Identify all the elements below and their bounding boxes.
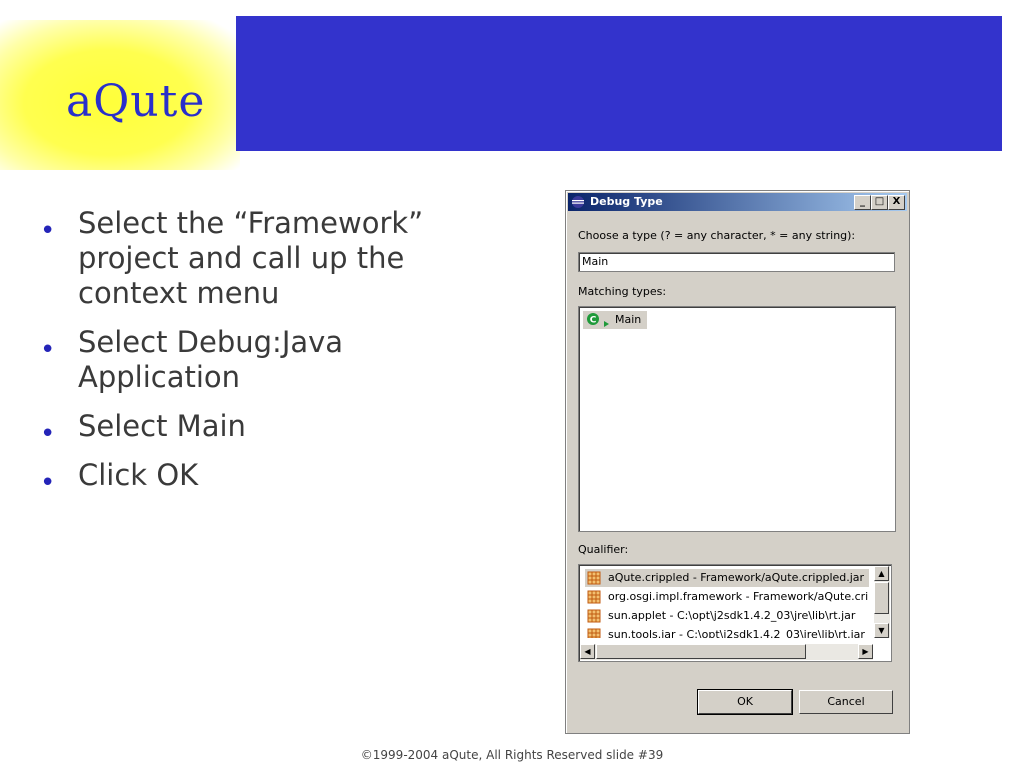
dialog-titlebar[interactable]: Debug Type _ □ X xyxy=(568,193,907,211)
dialog-title: Debug Type xyxy=(590,195,663,208)
bullet-item: • Click OK xyxy=(38,458,478,498)
matching-types-label: Matching types: xyxy=(578,285,667,298)
package-icon xyxy=(587,590,601,604)
matching-types-list[interactable]: C Main xyxy=(578,306,896,532)
logo: aQute xyxy=(66,76,206,127)
minimize-button[interactable]: _ xyxy=(854,195,871,210)
debug-type-dialog: Debug Type _ □ X Choose a type (? = any … xyxy=(565,190,910,734)
bullet-item: • Select Debug:Java Application xyxy=(40,325,344,394)
header-band xyxy=(236,16,1002,151)
close-button[interactable]: X xyxy=(888,195,905,210)
bullet-icon: • xyxy=(40,335,56,365)
scroll-down-button[interactable]: ▼ xyxy=(874,623,889,638)
scroll-up-button[interactable]: ▲ xyxy=(874,566,889,581)
list-item[interactable]: C Main xyxy=(583,311,648,329)
package-icon xyxy=(587,571,601,585)
type-label: Choose a type (? = any character, * = an… xyxy=(578,229,856,242)
list-item[interactable]: aQute.crippled - Framework/aQute.cripple… xyxy=(585,569,869,587)
footer: ©1999-2004 aQute, All Rights Reserved sl… xyxy=(360,748,664,762)
list-item[interactable]: org.osgi.impl.framework - Framework/aQut… xyxy=(585,588,869,606)
qualifier-list[interactable]: aQute.crippled - Framework/aQute.cripple… xyxy=(578,564,892,662)
bullet-icon: • xyxy=(40,468,56,498)
bullet-icon: • xyxy=(40,419,56,449)
list-item[interactable]: sun.tools.jar - C:\opt\j2sdk1.4.2_03\jre… xyxy=(585,626,869,638)
scroll-left-button[interactable]: ◀ xyxy=(580,644,595,659)
list-item[interactable]: sun.applet - C:\opt\j2sdk1.4.2_03\jre\li… xyxy=(585,607,869,625)
svg-text:C: C xyxy=(590,316,597,326)
vertical-scroll-thumb[interactable] xyxy=(874,582,889,614)
ok-button[interactable]: OK xyxy=(697,689,793,715)
horizontal-scrollbar[interactable]: ◀ ▶ xyxy=(580,644,873,660)
scroll-right-button[interactable]: ▶ xyxy=(858,644,873,659)
package-icon xyxy=(587,628,601,638)
vertical-scrollbar[interactable]: ▲ ▼ xyxy=(874,566,890,638)
maximize-button[interactable]: □ xyxy=(871,195,888,210)
bullet-item: • Select the “Framework” project and call… xyxy=(40,206,424,310)
bullet-icon: • xyxy=(40,216,56,246)
bullet-item: • Select Main xyxy=(38,409,478,449)
qualifier-label: Qualifier: xyxy=(578,543,629,556)
bullet-list: • Select the “Framework” project and call… xyxy=(38,206,478,507)
horizontal-scroll-thumb[interactable] xyxy=(596,644,806,659)
eclipse-icon xyxy=(572,196,584,208)
class-icon: C xyxy=(587,313,609,327)
cancel-button[interactable]: Cancel xyxy=(799,690,893,714)
type-input[interactable]: Main xyxy=(578,252,895,272)
package-icon xyxy=(587,609,601,623)
